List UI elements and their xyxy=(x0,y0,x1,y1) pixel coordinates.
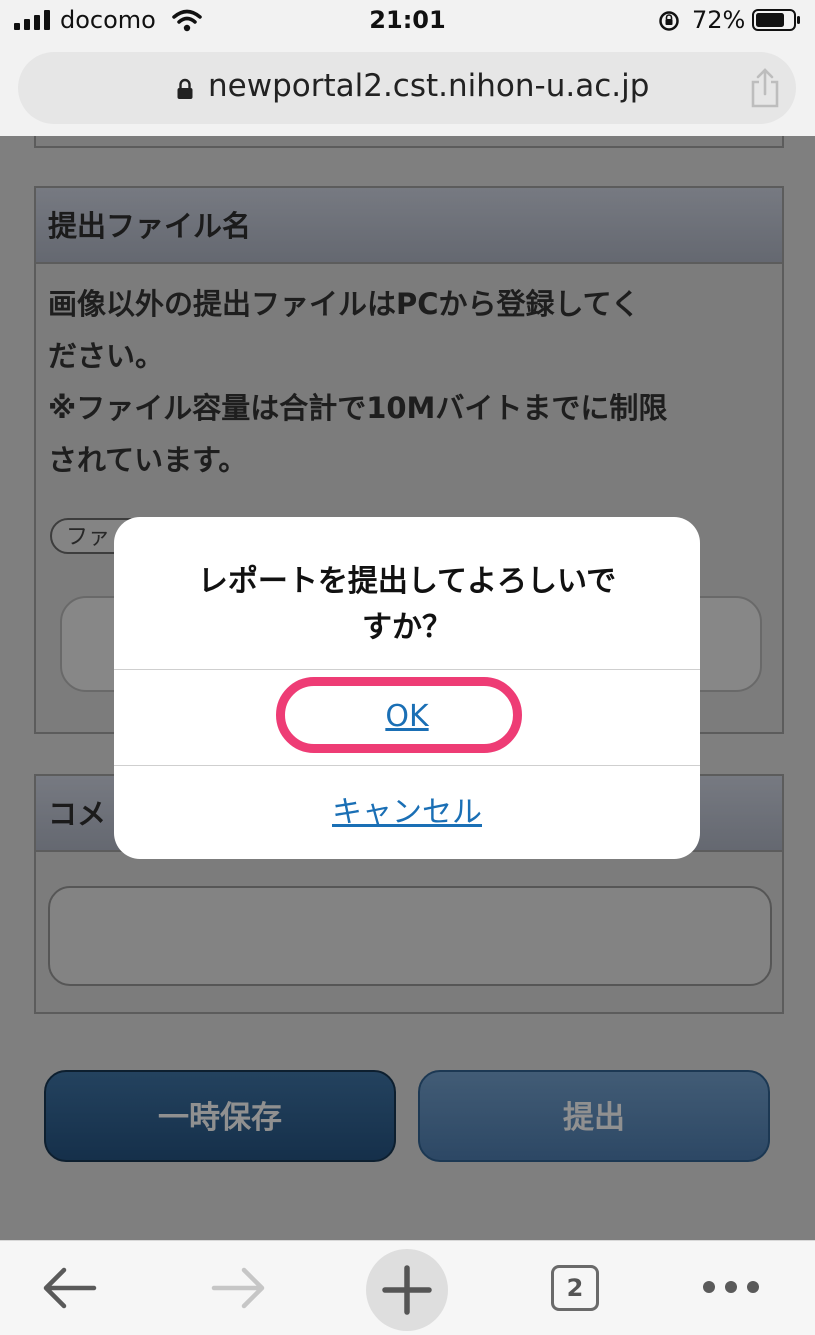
more-icon[interactable] xyxy=(700,1277,762,1297)
back-arrow-icon[interactable] xyxy=(40,1265,98,1311)
browser-toolbar: 2 xyxy=(0,1240,815,1335)
tabs-icon[interactable]: 2 xyxy=(551,1265,599,1311)
status-bar: docomo 21:01 72% xyxy=(0,0,815,42)
new-tab-button[interactable] xyxy=(366,1249,448,1331)
cancel-button[interactable]: キャンセル xyxy=(114,766,700,859)
dialog-message: レポートを提出してよろしいで すか？ xyxy=(114,559,700,651)
url-text[interactable]: newportal2.cst.nihon-u.ac.jp xyxy=(208,68,649,104)
new-tab-plus-icon xyxy=(382,1265,432,1315)
battery-icon xyxy=(752,9,800,31)
dialog-message-line: すか？ xyxy=(362,610,452,645)
lock-icon xyxy=(177,78,193,99)
confirm-dialog: レポートを提出してよろしいで すか？ OK キャンセル xyxy=(114,517,700,859)
highlight-ring xyxy=(276,677,522,753)
dialog-message-line: レポートを提出してよろしいで xyxy=(197,564,617,599)
browser-chrome: newportal2.cst.nihon-u.ac.jp xyxy=(0,42,815,136)
address-bar[interactable]: newportal2.cst.nihon-u.ac.jp xyxy=(18,52,796,124)
rotation-lock-icon xyxy=(659,11,679,31)
battery-percent: 72% xyxy=(692,6,746,34)
share-icon[interactable] xyxy=(748,68,782,108)
forward-arrow-icon[interactable] xyxy=(210,1265,268,1311)
